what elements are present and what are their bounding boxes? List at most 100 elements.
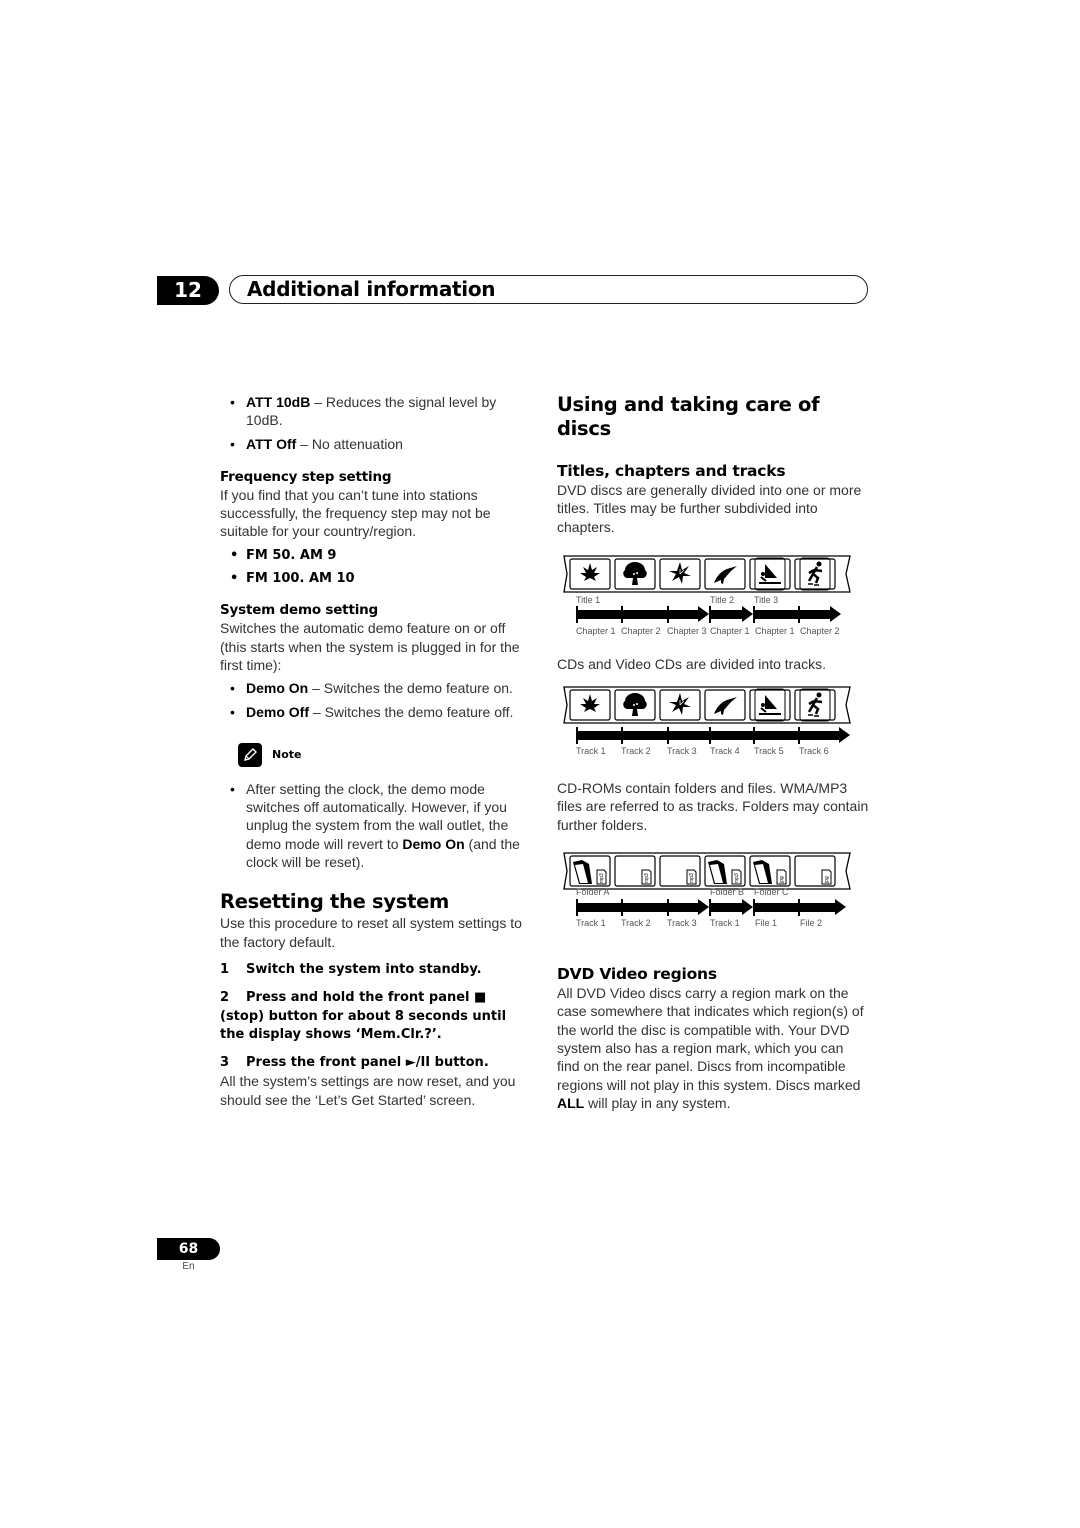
folder-frame: mp3: [569, 855, 611, 887]
note-label: Note: [272, 748, 302, 762]
film-strip-graphic: [563, 686, 851, 724]
att-off-term: ATT Off: [246, 435, 297, 452]
frame-skater: [794, 688, 836, 722]
note-bullet: After setting the clock, the demo mode s…: [220, 780, 532, 871]
step-number: 1: [220, 961, 230, 977]
cdrom-top-label: Folder C: [754, 887, 789, 898]
arrow-shaft: [753, 903, 836, 913]
cd-bottom-label: Track 5: [754, 746, 784, 757]
cd-film-strip: [562, 685, 852, 725]
arrow-head: [698, 899, 709, 916]
segment-tick: [753, 605, 755, 623]
step-text: Switch the system into standby.: [246, 961, 482, 977]
file-type-label: mp3: [599, 873, 605, 883]
dvd-top-label: Title 1: [576, 594, 601, 605]
discs-heading: Using and taking care of discs: [557, 393, 820, 440]
cd-structure-diagram: Track 1 Track 2 Track 3 Track 4 Track 5 …: [557, 685, 857, 771]
frame-toucan: [704, 558, 746, 590]
dvd-bottom-label: Chapter 1: [755, 625, 795, 636]
film-strip-graphic: mp3 mp3 mp3 mp3 jpg jpg: [563, 852, 851, 890]
folder-frame: mp3: [704, 855, 746, 887]
arrow-shaft: [576, 609, 699, 619]
arrow-head: [830, 605, 841, 622]
dvd-body: DVD discs are generally divided into one…: [557, 482, 862, 535]
left-column: ATT 10dB – Reduces the signal level by 1…: [220, 393, 532, 1109]
segment-tick: [753, 727, 755, 745]
chapter-title: Additional information: [247, 277, 496, 301]
segment-tick: [709, 605, 711, 623]
cdrom-top-label: Folder A: [576, 887, 610, 898]
dvd-bottom-label: Chapter 2: [800, 625, 840, 636]
arrow-shaft: [753, 609, 831, 619]
file-type-label: mp3: [734, 873, 740, 883]
step-number: 2: [220, 990, 230, 1006]
pencil-icon: [238, 742, 262, 767]
note-bold: Demo On: [402, 835, 465, 852]
segment-tick: [667, 727, 669, 745]
cd-bottom-label: Track 1: [576, 746, 606, 757]
frame-lily: [659, 558, 701, 590]
freq-option-1: FM 50. AM 9: [220, 547, 532, 566]
arrow-head: [742, 899, 753, 916]
dvd-bottom-label: Chapter 1: [576, 625, 616, 636]
frame-windsurfer: [749, 557, 791, 591]
dvd-top-label: Title 2: [710, 594, 735, 605]
system-demo-heading: System demo setting: [220, 602, 378, 619]
step-number: 3: [220, 1055, 230, 1071]
frame-toucan: [704, 689, 746, 721]
dvd-bottom-label: Chapter 1: [710, 625, 750, 636]
note-header: Note: [220, 742, 532, 767]
cdrom-bottom-label: Track 3: [667, 918, 697, 929]
frame-tree: [614, 558, 656, 590]
chapter-number: 12: [157, 276, 219, 305]
step-text: Press and hold the front panel ■ (stop) …: [220, 990, 507, 1042]
system-demo-body: Switches the automatic demo feature on o…: [220, 620, 520, 673]
cd-bottom-label: Track 4: [710, 746, 740, 757]
demo-off-desc: – Switches the demo feature off.: [309, 703, 514, 720]
file-frame: jpg: [794, 855, 836, 887]
segment-tick: [798, 605, 800, 623]
reset-step-1: 1 Switch the system into standby.: [220, 961, 532, 979]
demo-on-desc: – Switches the demo feature on.: [308, 680, 513, 697]
segment-tick: [667, 605, 669, 623]
segment-tick: [709, 899, 711, 917]
dvd-regions-heading: DVD Video regions: [557, 965, 717, 984]
demo-on-bullet: Demo On – Switches the demo feature on.: [220, 679, 532, 698]
att-10db-term: ATT 10dB: [246, 394, 311, 410]
segment-tick: [576, 605, 578, 623]
dvd-film-strip: [562, 554, 852, 594]
demo-off-term: Demo Off: [246, 703, 309, 720]
arrow-head: [839, 727, 850, 744]
segment-tick: [798, 727, 800, 745]
reset-step-3: 3 Press the front panel ►/II button.: [220, 1054, 532, 1072]
dvd-bottom-label: Chapter 3: [667, 625, 707, 636]
cd-bottom-label: Track 2: [621, 746, 651, 757]
arrow-head: [698, 605, 709, 622]
cdrom-body: CD-ROMs contain folders and files. WMA/M…: [557, 780, 869, 833]
reset-step-2: 2 Press and hold the front panel ■ (stop)…: [220, 989, 532, 1044]
file-frame: mp3: [614, 855, 656, 887]
cdrom-bottom-label: File 1: [755, 918, 778, 929]
cdrom-bottom-label: File 2: [800, 918, 823, 929]
att-off-desc: – No attenuation: [296, 435, 403, 452]
arrow-shaft: [576, 903, 699, 913]
frame-leaf: [569, 689, 611, 721]
file-frame: mp3: [659, 855, 701, 887]
titles-chapters-heading: Titles, chapters and tracks: [557, 462, 786, 480]
page-language: En: [182, 1261, 195, 1272]
att-off-bullet: ATT Off – No attenuation: [220, 435, 532, 454]
segment-tick: [621, 605, 623, 623]
dvd-regions-body: All DVD Video discs carry a region mark …: [557, 984, 869, 1112]
frame-windsurfer: [749, 688, 791, 722]
folder-frame: jpg: [749, 855, 791, 887]
segment-tick: [621, 727, 623, 745]
arrow-shaft: [576, 731, 840, 741]
segment-tick: [709, 727, 711, 745]
segment-tick: [798, 899, 800, 917]
resetting-outro: All the system’s settings are now reset,…: [220, 1073, 516, 1108]
demo-on-term: Demo On: [246, 680, 309, 697]
file-type-label: mp3: [644, 873, 650, 883]
regions-bold: ALL: [557, 1094, 585, 1111]
page-number: 68: [157, 1238, 220, 1260]
file-type-label: jpg: [779, 876, 785, 884]
